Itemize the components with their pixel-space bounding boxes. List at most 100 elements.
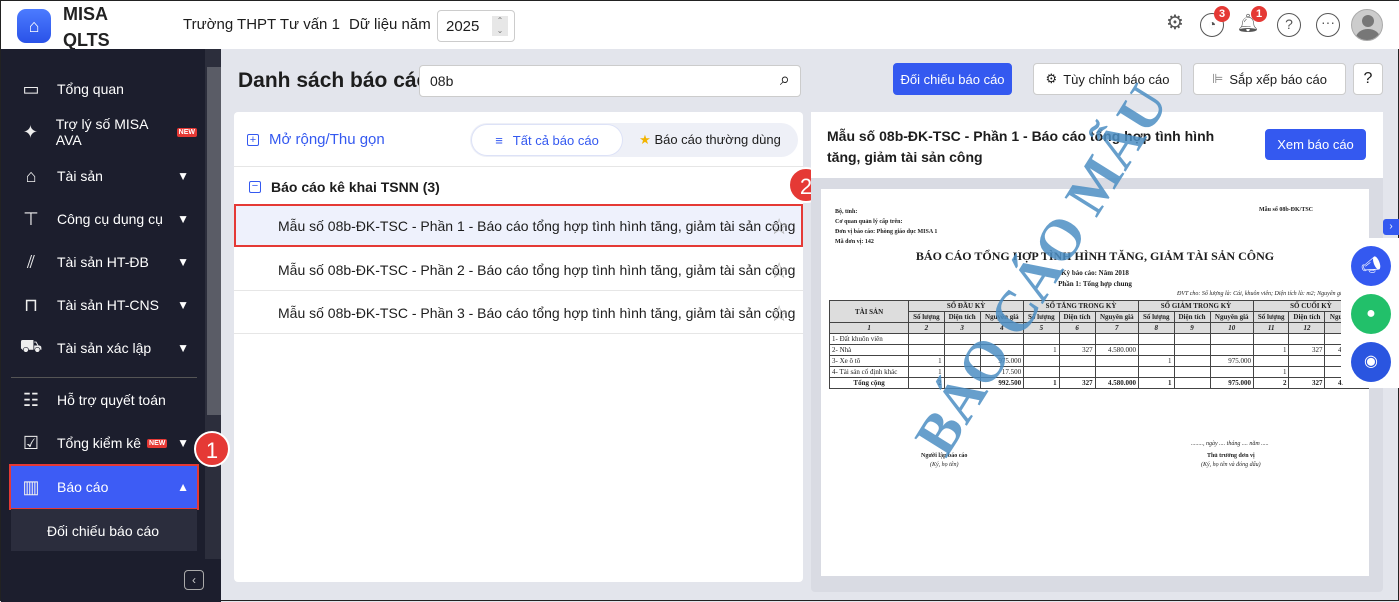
notification-badge: 1 xyxy=(1251,6,1267,22)
table-cell: 2- Nhà xyxy=(828,344,910,356)
app-logo-icon[interactable]: ⌂ xyxy=(17,9,51,43)
expand-right-icon[interactable]: › xyxy=(1383,219,1399,235)
table-row: 4- Tài sản cố định khác117.500117.500 xyxy=(828,366,1369,378)
column-number: 9 xyxy=(1173,322,1211,334)
gear-icon[interactable]: ⚙ xyxy=(1163,13,1187,37)
org-name[interactable]: Trường THPT Tư vấn 1 xyxy=(183,16,340,33)
table-cell: 975.000 xyxy=(1209,377,1254,389)
report-filter-tabs: ≡ Tất cả báo cáo ★ Báo cáo thường dùng xyxy=(470,123,798,157)
doc-heading: BÁO CÁO TỔNG HỢP TÌNH HÌNH TĂNG, GIẢM TÀ… xyxy=(915,249,1275,263)
search-value: 08b xyxy=(430,73,454,89)
table-cell xyxy=(1252,333,1290,345)
table-cell xyxy=(1209,366,1254,378)
report-row[interactable]: Mẫu số 08b-ĐK-TSC - Phần 1 - Báo cáo tổn… xyxy=(234,204,803,247)
avatar[interactable] xyxy=(1351,9,1383,41)
tab-favorite-reports[interactable]: ★ Báo cáo thường dùng xyxy=(622,132,798,148)
more-icon[interactable]: ··· xyxy=(1316,13,1340,37)
table-row: 3- Xe ô tô 1 975.000 1 975.000 xyxy=(828,355,1369,367)
column-number: 11 xyxy=(1252,322,1290,334)
chat-icon[interactable]: ● xyxy=(1351,294,1391,334)
sidebar-item-xac-lap[interactable]: ⛟ Tài sản xác lập ▼ xyxy=(11,328,197,368)
search-icon[interactable]: ⌕ xyxy=(780,69,790,90)
sidebar-item-label: Tài sản xyxy=(57,168,103,184)
table-cell xyxy=(1173,355,1211,367)
table-cell xyxy=(1058,366,1096,378)
plus-square-icon: + xyxy=(247,133,259,146)
table-cell: 327 xyxy=(1288,344,1326,356)
checklist-icon: ☑ xyxy=(22,432,40,453)
sidebar-item-label: Tài sản xác lập xyxy=(57,340,152,356)
table-cell xyxy=(1138,344,1175,356)
table-row: 2- Nhà13274.580.00013274.580.000 xyxy=(828,344,1369,356)
chevron-down-icon: ▼ xyxy=(177,341,189,355)
sidebar-item-tro-ly[interactable]: ✦ Trợ lý số MISA AVA NEW xyxy=(11,112,197,152)
table-cell xyxy=(1173,377,1211,389)
paint-roller-icon: ⊤ xyxy=(23,208,39,229)
table-header: SỐ GIẢM TRONG KỲ xyxy=(1138,300,1254,312)
sidebar-item-cong-cu[interactable]: ⊤ Công cụ dụng cụ ▼ xyxy=(11,199,197,239)
table-cell xyxy=(1094,355,1140,367)
search-input[interactable]: 08b ⌕ xyxy=(419,65,801,97)
column-number: 6 xyxy=(1058,322,1096,334)
compare-reports-button[interactable]: Đối chiếu báo cáo xyxy=(893,63,1012,95)
table-cell: 3- Xe ô tô xyxy=(828,355,910,367)
sidebar-item-label: Trợ lý số MISA AVA xyxy=(55,116,148,148)
announcement-icon[interactable]: 📣︎ xyxy=(1351,246,1391,286)
table-cell xyxy=(1138,333,1175,345)
clipboard-icon: ☷ xyxy=(22,389,40,410)
table-cell: 327 xyxy=(1058,377,1096,389)
sidebar-item-ht-db[interactable]: ⫽ Tài sản HT-ĐB ▼ xyxy=(11,242,197,282)
table-subheader: Diện tích xyxy=(1058,311,1096,323)
list-icon: ≡ xyxy=(495,132,503,148)
column-number: 1 xyxy=(828,322,910,334)
table-cell xyxy=(1173,333,1211,345)
table-subheader: Số lượng xyxy=(1138,311,1175,323)
timer-badge: 3 xyxy=(1214,6,1230,22)
sidebar-item-tai-san[interactable]: ⌂ Tài sản ▼ xyxy=(11,156,197,196)
star-outline-icon[interactable]: ☆ xyxy=(769,214,789,240)
stepper-arrows-icon[interactable]: ⌃ ⌄ xyxy=(492,16,508,36)
table-cell xyxy=(908,344,945,356)
star-outline-icon[interactable]: ☆ xyxy=(769,258,789,284)
app-name: MISA QLTS xyxy=(63,1,110,53)
doc-part: Phần 1: Tổng hợp chung xyxy=(1058,280,1132,288)
year-stepper[interactable]: 2025 ⌃ ⌄ xyxy=(437,10,515,42)
tab-all-reports[interactable]: ≡ Tất cả báo cáo xyxy=(472,125,622,155)
help-icon[interactable]: ? xyxy=(1277,13,1301,37)
sidebar-item-quyet-toan[interactable]: ☷ Hỗ trợ quyết toán xyxy=(11,380,197,420)
chevron-down-icon: ▼ xyxy=(177,255,189,269)
table-cell: 975.000 xyxy=(1209,355,1254,367)
table-cell xyxy=(1288,355,1326,367)
expand-label: Mở rộng/Thu gọn xyxy=(269,131,385,148)
help-button[interactable]: ? xyxy=(1353,63,1383,95)
report-row[interactable]: Mẫu số 08b-ĐK-TSC - Phần 2 - Báo cáo tổn… xyxy=(234,248,803,291)
chevron-down-icon: ▼ xyxy=(177,436,189,450)
car-icon: ⛟ xyxy=(19,336,43,356)
expand-collapse-toggle[interactable]: + Mở rộng/Thu gọn xyxy=(247,131,385,148)
sidebar-scrollbar[interactable] xyxy=(205,49,221,559)
sort-reports-button[interactable]: ⊫ Sắp xếp báo cáo xyxy=(1193,63,1346,95)
minus-square-icon: − xyxy=(249,181,261,193)
column-number: 10 xyxy=(1209,322,1254,334)
sidebar-item-bao-cao[interactable]: ▥ Báo cáo ▲ xyxy=(9,464,199,510)
table-subheader: Số lượng xyxy=(908,311,945,323)
sidebar-item-kiem-ke[interactable]: ☑ Tổng kiểm kê NEW ▼ xyxy=(11,423,197,463)
report-group-header[interactable]: − Báo cáo kê khai TSNN (3) xyxy=(249,179,440,195)
assistant-bot-icon[interactable]: ◉ xyxy=(1351,342,1391,382)
table-cell: 4.580.000 xyxy=(1094,377,1140,389)
sidebar-item-tong-quan[interactable]: ▭ Tổng quan xyxy=(11,69,197,109)
chevron-up-icon: ▲ xyxy=(177,480,189,494)
sidebar-item-ht-cns[interactable]: ⊓ Tài sản HT-CNS ▼ xyxy=(11,285,197,325)
sidebar-item-label: Tổng quan xyxy=(57,81,124,97)
report-row[interactable]: Mẫu số 08b-ĐK-TSC - Phần 3 - Báo cáo tổn… xyxy=(234,291,803,334)
report-name: Mẫu số 08b-ĐK-TSC - Phần 2 - Báo cáo tổn… xyxy=(278,262,796,278)
monitor-chart-icon: ▭ xyxy=(22,78,40,99)
table-cell: 4- Tài sản cố định khác xyxy=(828,366,910,378)
customize-reports-button[interactable]: ⚙ Tùy chỉnh báo cáo xyxy=(1033,63,1182,95)
view-report-button[interactable]: Xem báo cáo xyxy=(1265,129,1366,160)
layout-icon: ⊫ xyxy=(1212,71,1224,86)
table-cell xyxy=(1058,333,1096,345)
collapse-sidebar-button[interactable]: ‹ xyxy=(184,570,204,590)
sidebar-subitem-doi-chieu[interactable]: Đối chiếu báo cáo xyxy=(11,509,197,551)
star-outline-icon[interactable]: ☆ xyxy=(769,301,789,327)
